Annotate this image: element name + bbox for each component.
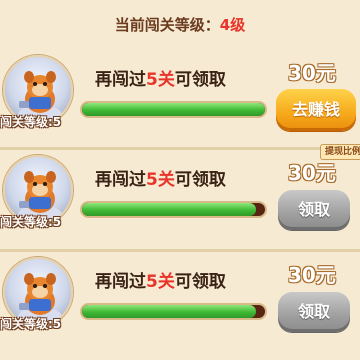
reward-card: 闯关等级:5 再闯过5关可领取 30元 去赚钱 (0, 50, 360, 145)
progress-fill (82, 305, 256, 318)
current-level-label: 当前闯关等级： (114, 16, 220, 34)
character-level-label: 闯关等级:5 (0, 317, 62, 331)
claim-button[interactable]: 领取 (278, 292, 350, 332)
progress-fill (82, 103, 265, 116)
progress-bar (80, 303, 267, 320)
task-description: 再闯过5关可领取 (95, 165, 265, 190)
progress-fill (82, 203, 256, 216)
current-level-header: 当前闯关等级：4级 (0, 0, 360, 50)
task-description: 再闯过5关可领取 (95, 65, 265, 90)
reward-amount: 30元 (288, 263, 336, 287)
reward-amount: 30元 (288, 161, 336, 185)
claim-button[interactable]: 领取 (278, 190, 350, 230)
current-level-value: 4级 (219, 16, 246, 34)
task-count: 5关 (146, 272, 175, 292)
task-suffix: 可领取 (174, 170, 226, 190)
reward-amount: 30元 (288, 61, 336, 85)
character-level-label: 闯关等级:5 (0, 215, 62, 229)
task-prefix: 再闯过 (95, 272, 146, 292)
character-level-label: 闯关等级:5 (0, 115, 62, 129)
reward-card: 闯关等级:5 再闯过5关可领取 30元 提现比例 领取 (0, 144, 360, 245)
progress-bar (80, 101, 267, 118)
go-earn-button[interactable]: 去赚钱 (276, 89, 356, 131)
task-count: 5关 (146, 170, 175, 190)
task-suffix: 可领取 (174, 272, 226, 292)
task-prefix: 再闯过 (95, 70, 146, 90)
task-suffix: 可领取 (174, 70, 226, 90)
progress-bar (80, 201, 267, 218)
task-prefix: 再闯过 (95, 170, 146, 190)
reward-card: 闯关等级:5 再闯过5关可领取 30元 领取 (0, 252, 360, 347)
task-description: 再闯过5关可领取 (95, 267, 265, 292)
task-count: 5关 (146, 70, 175, 90)
withdraw-ratio-badge: 提现比例 (320, 144, 360, 160)
